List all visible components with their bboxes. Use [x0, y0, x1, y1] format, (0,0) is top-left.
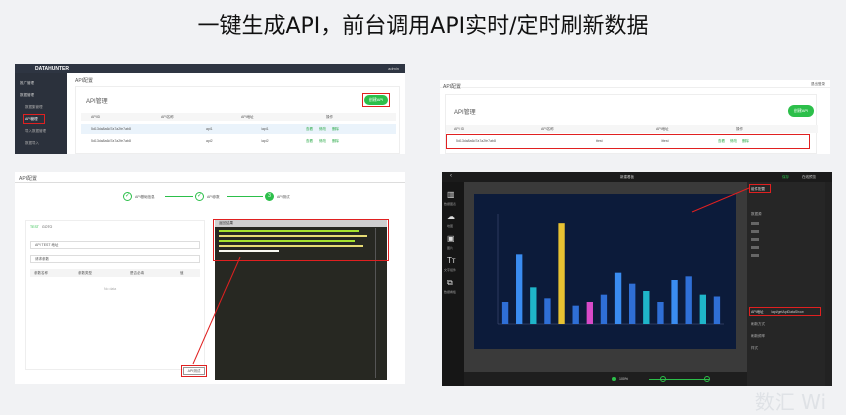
- view-link[interactable]: 查看: [306, 139, 313, 144]
- page-heading: API配置: [443, 83, 461, 90]
- highlight-box: [446, 134, 810, 149]
- page-title: 一键生成API，前台调用API实时/定时刷新数据: [0, 8, 846, 40]
- col-actions: 操作: [736, 127, 743, 132]
- api-config-screen: API配置 ✓ API基础信息 ✓ API参数 3 API测试 TEST GOT…: [15, 172, 405, 384]
- edit-link[interactable]: 修改: [319, 139, 326, 144]
- highlight-box: [23, 114, 45, 124]
- sidebar: 推广管理 数据管理 数据集管理 API管理 导入数据管理 数据导入: [15, 73, 67, 154]
- top-nav: 退出登录: [440, 80, 830, 88]
- col-apiname: API名称: [541, 127, 554, 132]
- logout-link[interactable]: 退出登录: [811, 82, 825, 87]
- sidebar-item-dataset[interactable]: 数据集管理: [25, 105, 43, 110]
- row-addr: /api2: [261, 139, 269, 143]
- content-card: API管理 创建API APIID API名称 API地址 操作 5d13da8…: [75, 86, 400, 154]
- sidebar-item-promo[interactable]: 推广管理: [20, 81, 34, 86]
- top-nav: DATAHUNTER admin: [15, 64, 405, 73]
- view-link[interactable]: 查看: [306, 127, 313, 132]
- highlight-box: [362, 93, 390, 107]
- content-card: API管理 创建API API ID API名称 API地址 操作 5d13da…: [445, 94, 817, 154]
- col-apiaddr: API地址: [241, 115, 254, 120]
- table-header: APIID API名称 API地址 操作: [81, 113, 396, 121]
- col-apiid: APIID: [91, 115, 100, 119]
- table-row[interactable]: 5d13da8a6d7a7a2fe7ab8 api2 /api2 查看 修改 删…: [81, 136, 396, 146]
- row-name: api1: [206, 127, 213, 131]
- col-actions: 操作: [326, 115, 333, 120]
- col-apiid: API ID: [454, 127, 464, 131]
- delete-link[interactable]: 删除: [332, 127, 339, 132]
- section-title: API管理: [86, 96, 108, 105]
- sidebar-item-import[interactable]: 导入数据管理: [25, 129, 46, 134]
- brand-logo: DATAHUNTER: [35, 66, 69, 72]
- create-api-button[interactable]: 创建API: [788, 105, 814, 117]
- section-title: API管理: [454, 107, 476, 116]
- api-management-screen-1: DATAHUNTER admin 推广管理 数据管理 数据集管理 API管理 导…: [15, 64, 405, 154]
- edit-link[interactable]: 修改: [319, 127, 326, 132]
- dashboard-editor-screen: ‹ 新建看板 保存 在线预览 ▥ 数据图表 ☁ 地图 ▣ 图片 Tт 文字组件 …: [442, 172, 832, 386]
- api-management-screen-2: 退出登录 API配置 API管理 创建API API ID API名称 API地…: [440, 80, 830, 154]
- row-id: 5d13da8a6d7a7a2fe7ab8: [91, 139, 131, 143]
- table-row[interactable]: 5d13da8a6d7a7a2fe7ab8 api1 /api1 查看 修改 删…: [81, 124, 396, 134]
- user-menu[interactable]: admin: [388, 66, 399, 71]
- table-header: API ID API名称 API地址 操作: [446, 125, 818, 133]
- col-apiaddr: API地址: [656, 127, 669, 132]
- col-apiname: API名称: [161, 115, 174, 120]
- sidebar-item-data[interactable]: 数据管理: [20, 93, 34, 98]
- row-name: api2: [206, 139, 213, 143]
- callout-arrow: [442, 172, 832, 386]
- row-addr: /api1: [261, 127, 269, 131]
- sidebar-item-datain[interactable]: 数据导入: [25, 141, 39, 146]
- callout-arrow: [15, 172, 405, 384]
- watermark: 数汇 Wi: [755, 386, 826, 415]
- page-heading: API配置: [75, 77, 93, 84]
- delete-link[interactable]: 删除: [332, 139, 339, 144]
- row-id: 5d13da8a6d7a7a2fe7ab8: [91, 127, 131, 131]
